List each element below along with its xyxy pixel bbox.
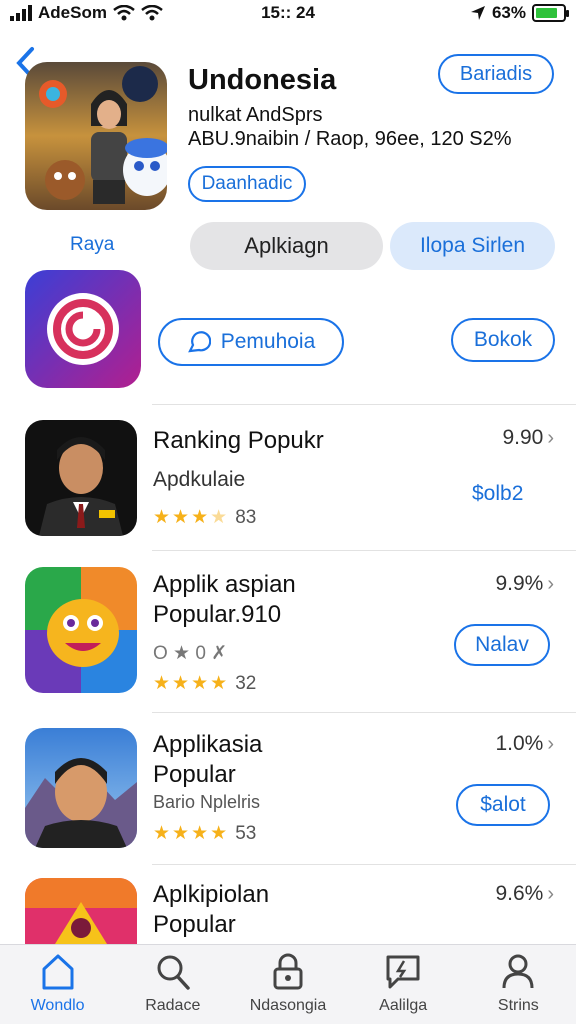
app-row-2-rating: ★ ★ ★ ★ 32 bbox=[153, 672, 257, 695]
app-row-1-price[interactable]: $olb2 bbox=[472, 482, 523, 506]
app-row-3-score[interactable]: 1.0% › bbox=[495, 732, 554, 756]
app-row-4-score[interactable]: 9.6% › bbox=[495, 882, 554, 906]
app-row-4-icon[interactable] bbox=[25, 878, 137, 944]
app-row-4-score-value: 9.6% bbox=[495, 882, 544, 905]
app-row-1-score-value: 9.90 bbox=[502, 426, 544, 449]
app-row-4-title-line2: Popular bbox=[153, 911, 236, 938]
status-right: 63% bbox=[470, 3, 569, 23]
icon-caption: Raya bbox=[70, 234, 115, 255]
lock-icon bbox=[273, 953, 303, 990]
search-icon bbox=[157, 955, 190, 990]
chevron-right-icon: › bbox=[547, 572, 554, 595]
feature-action-label: Pemuhoia bbox=[220, 330, 316, 353]
chevron-right-icon: › bbox=[547, 732, 554, 755]
app-row-1-icon[interactable] bbox=[25, 420, 137, 536]
status-left: AdeSom bbox=[10, 3, 163, 23]
tab-lock-label: Ndasongia bbox=[249, 997, 327, 1014]
tab-chat[interactable]: Aalilga bbox=[348, 953, 458, 1015]
tab-profile[interactable]: Strins bbox=[463, 953, 573, 1015]
app-row-3-title-line2: Popular bbox=[153, 761, 236, 788]
app-row-2-icon[interactable] bbox=[25, 567, 137, 693]
app-row-1-rating-count: 83 bbox=[235, 506, 257, 528]
tab-bar: Wondlo Radace Ndasongia Aalilga Strins bbox=[0, 944, 576, 1024]
app-row-1-score[interactable]: 9.90 › bbox=[502, 426, 554, 450]
feature-app-icon[interactable] bbox=[25, 270, 141, 388]
tab-chat-label: Aalilga bbox=[379, 997, 428, 1014]
app-row-3-rating: ★ ★ ★ ★ 53 bbox=[153, 822, 257, 845]
app-row-2-rating-count: 32 bbox=[235, 672, 257, 694]
tab-home-label: Wondlo bbox=[30, 997, 85, 1014]
top-right-button[interactable]: Bariadis bbox=[438, 54, 554, 94]
app-row-1-subtitle: Apdkulaie bbox=[153, 468, 246, 491]
app-row-2-action-button[interactable]: Nalav bbox=[454, 624, 550, 666]
chat-bubble-icon bbox=[187, 331, 211, 353]
book-button[interactable]: Bokok bbox=[451, 318, 555, 362]
app-row-1-title: Ranking Popukr bbox=[153, 427, 324, 454]
divider-2 bbox=[152, 550, 576, 551]
signal-icon bbox=[10, 5, 32, 21]
battery-percent: 63% bbox=[491, 3, 526, 22]
app-row-4-title: Aplkipiolan bbox=[153, 881, 270, 908]
app-row-3-title: Applikasia bbox=[153, 731, 263, 758]
app-row-3-action-button[interactable]: $alot bbox=[456, 784, 550, 826]
app-row-1-rating: ★ ★ ★ ★ 83 bbox=[153, 506, 257, 529]
divider-1 bbox=[152, 404, 576, 405]
status-bar: AdeSom 15:: 24 63% bbox=[0, 0, 576, 26]
segment-right-button[interactable]: Ilopa Sirlen bbox=[390, 222, 555, 270]
app-title: Undonesia bbox=[188, 64, 337, 96]
app-row-3-icon[interactable] bbox=[25, 728, 137, 848]
person-icon bbox=[502, 954, 534, 989]
tab-search[interactable]: Radace bbox=[118, 953, 228, 1015]
app-row-3-score-value: 1.0% bbox=[495, 732, 544, 755]
app-row-2-title-line2: Popular.910 bbox=[153, 601, 282, 628]
app-row-2-note: O ★ 0 ✗ bbox=[153, 643, 228, 664]
wifi-icon-2 bbox=[141, 5, 163, 21]
divider-4 bbox=[152, 864, 576, 865]
app-row-3-rating-count: 53 bbox=[235, 822, 257, 844]
battery-icon bbox=[532, 4, 569, 22]
app-row-2-score[interactable]: 9.9% › bbox=[495, 572, 554, 596]
chat-icon bbox=[386, 955, 420, 989]
tab-home[interactable]: Wondlo bbox=[3, 953, 113, 1015]
chevron-right-icon: › bbox=[547, 882, 554, 905]
carrier-label: AdeSom bbox=[38, 3, 107, 22]
home-icon bbox=[42, 954, 74, 990]
wifi-icon bbox=[113, 5, 135, 21]
feature-action-button[interactable]: Pemuhoia bbox=[158, 318, 344, 366]
divider-3 bbox=[152, 712, 576, 713]
featured-app-icon[interactable] bbox=[25, 62, 167, 210]
app-subtitle: nulkat AndSprs bbox=[188, 104, 323, 126]
category-tag-button[interactable]: Daanhadic bbox=[188, 166, 306, 202]
tab-search-label: Radace bbox=[145, 997, 201, 1014]
app-row-2-title: Applik aspian bbox=[153, 571, 296, 598]
location-arrow-icon bbox=[470, 6, 485, 20]
chevron-right-icon: › bbox=[547, 426, 554, 449]
tab-lock[interactable]: Ndasongia bbox=[233, 953, 343, 1015]
app-meta: ABU.9naibin / Raop, 96ee, 120 S2% bbox=[188, 128, 512, 150]
app-row-3-note: Bario Nplelris bbox=[153, 792, 261, 812]
tab-profile-label: Strins bbox=[497, 997, 539, 1014]
app-row-2-score-value: 9.9% bbox=[495, 572, 544, 595]
segment-left-button[interactable]: Aplkiagn bbox=[190, 222, 383, 270]
